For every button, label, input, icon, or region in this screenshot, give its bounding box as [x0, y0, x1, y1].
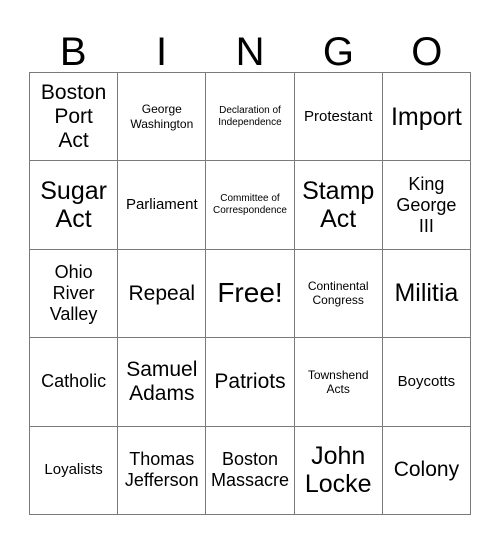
- bingo-cell-label: Patriots: [214, 369, 286, 393]
- bingo-cell-label: Stamp Act: [302, 177, 375, 234]
- bingo-cell-label: Boycotts: [397, 373, 456, 391]
- bingo-cell[interactable]: Boycotts: [382, 338, 471, 427]
- bingo-cell[interactable]: Stamp Act: [294, 161, 383, 250]
- bingo-header-row: B I N G O: [29, 16, 471, 72]
- bingo-cell-label: Colony: [393, 458, 460, 482]
- bingo-cell-label: Sugar Act: [40, 177, 107, 234]
- bingo-cell-label: Thomas Jefferson: [124, 449, 199, 491]
- bingo-cell[interactable]: George Washington: [118, 73, 207, 162]
- bingo-cell[interactable]: Repeal: [118, 249, 207, 339]
- bingo-cell[interactable]: Boston Port Act: [30, 73, 119, 162]
- bingo-cell-label: Townshend Acts: [307, 367, 369, 396]
- bingo-cell[interactable]: Committee of Correspondence: [206, 161, 295, 250]
- bingo-cell-label: Catholic: [41, 371, 107, 392]
- bingo-cell[interactable]: Ohio River Valley: [30, 249, 119, 339]
- bingo-card: B I N G O Boston Port Act George Washingt…: [0, 0, 500, 544]
- bingo-header-letter-i: I: [156, 30, 168, 74]
- bingo-cell[interactable]: Declaration of Independence: [206, 73, 295, 162]
- bingo-cell-label: Ohio River Valley: [49, 262, 98, 324]
- bingo-header-letter-o: O: [411, 30, 443, 74]
- bingo-cell-label: Parliament: [125, 196, 198, 214]
- bingo-cell[interactable]: Patriots: [206, 338, 295, 427]
- bingo-cell-label: Repeal: [128, 281, 196, 305]
- bingo-cell[interactable]: John Locke: [294, 426, 383, 515]
- bingo-cell-label: Boston Port Act: [40, 80, 107, 152]
- bingo-header-letter-g: G: [322, 30, 354, 74]
- bingo-cell[interactable]: Parliament: [118, 161, 207, 250]
- bingo-cell[interactable]: Militia: [382, 249, 471, 339]
- bingo-cell[interactable]: Sugar Act: [30, 161, 119, 250]
- bingo-cell-label: Loyalists: [44, 461, 103, 479]
- bingo-cell[interactable]: Samuel Adams: [118, 338, 207, 427]
- bingo-grid: Boston Port Act George Washington Declarat…: [29, 72, 471, 515]
- bingo-cell[interactable]: Continental Congress: [294, 249, 383, 339]
- bingo-header-letter-b: B: [59, 30, 87, 74]
- bingo-cell[interactable]: Townshend Acts: [294, 338, 383, 427]
- bingo-cell[interactable]: Colony: [382, 426, 471, 515]
- bingo-cell[interactable]: Catholic: [30, 338, 119, 427]
- bingo-header-letter-n: N: [235, 30, 265, 74]
- bingo-cell[interactable]: Protestant: [294, 73, 383, 162]
- bingo-cell-label: Samuel Adams: [126, 357, 198, 405]
- bingo-cell-label: Continental Congress: [307, 279, 369, 308]
- bingo-cell[interactable]: Boston Massacre: [206, 426, 295, 515]
- bingo-cell-label: John Locke: [304, 442, 372, 499]
- bingo-cell-label: Protestant: [304, 107, 373, 125]
- bingo-cell-label: Committee of Correspondence: [213, 193, 287, 217]
- bingo-cell-label: Declaration of Independence: [218, 104, 282, 128]
- bingo-cell-label: King George III: [396, 173, 457, 236]
- bingo-cell[interactable]: King George III: [382, 161, 471, 250]
- bingo-cell-label: Boston Massacre: [210, 449, 289, 491]
- bingo-cell-label: George Washington: [130, 102, 194, 131]
- bingo-cell[interactable]: Thomas Jefferson: [118, 426, 207, 515]
- bingo-cell-label: Free!: [217, 277, 283, 309]
- bingo-cell-label: Militia: [394, 279, 459, 308]
- bingo-cell[interactable]: Loyalists: [30, 426, 119, 515]
- bingo-free-space-cell[interactable]: Free!: [206, 249, 295, 339]
- bingo-cell[interactable]: Import: [382, 73, 471, 162]
- bingo-cell-label: Import: [390, 102, 462, 131]
